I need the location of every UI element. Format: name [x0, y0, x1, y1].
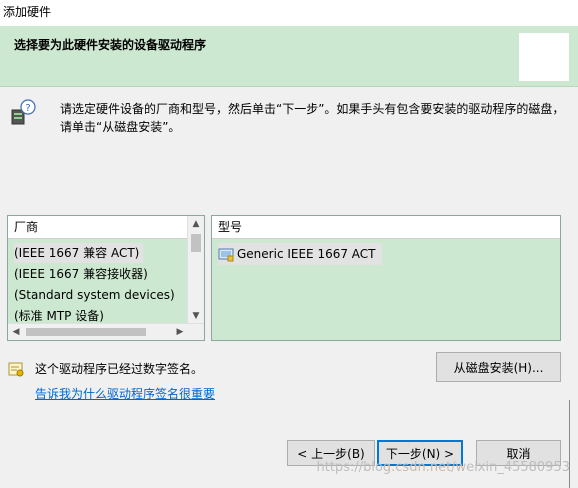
model-listbox[interactable]: 型号 Generic IEEE 1667 ACT	[211, 215, 561, 341]
manufacturer-item[interactable]: (Standard system devices)	[14, 285, 175, 305]
window-title: 添加硬件	[3, 5, 52, 19]
header-image	[519, 33, 569, 81]
manufacturer-horizontal-scrollbar[interactable]: ◀ ▶	[8, 323, 204, 340]
scroll-thumb[interactable]	[191, 234, 201, 252]
scroll-up-icon[interactable]: ▲	[188, 216, 204, 232]
model-column-header[interactable]: 型号	[212, 216, 560, 239]
manufacturer-item[interactable]: (IEEE 1667 兼容 ACT)	[14, 243, 144, 263]
instruction-text: 请选定硬件设备的厂商和型号，然后单击“下一步”。如果手头有包含要安装的驱动程序的…	[60, 102, 565, 134]
signed-driver-icon	[8, 362, 24, 377]
scroll-right-icon[interactable]: ▶	[172, 324, 188, 340]
scroll-down-icon[interactable]: ▼	[188, 308, 204, 324]
svg-text:?: ?	[25, 103, 30, 114]
hardware-help-icon: ?	[11, 99, 36, 125]
model-item-label: Generic IEEE 1667 ACT	[237, 247, 376, 261]
model-item[interactable]: Generic IEEE 1667 ACT	[218, 243, 382, 265]
manufacturer-vertical-scrollbar[interactable]: ▲ ▼	[187, 216, 204, 324]
driver-device-icon	[218, 248, 234, 261]
have-disk-button[interactable]: 从磁盘安装(H)...	[436, 352, 561, 382]
scroll-left-icon[interactable]: ◀	[8, 324, 24, 340]
header-title: 选择要为此硬件安装的设备驱动程序	[14, 38, 207, 52]
signature-status-text: 这个驱动程序已经过数字签名。	[35, 362, 204, 376]
scroll-thumb[interactable]	[26, 328, 146, 336]
manufacturer-column-header[interactable]: 厂商	[8, 216, 188, 239]
manufacturer-listbox[interactable]: 厂商 (IEEE 1667 兼容 ACT) (IEEE 1667 兼容接收器) …	[7, 215, 205, 341]
manufacturer-item[interactable]: (IEEE 1667 兼容接收器)	[14, 264, 148, 284]
title-bar: 添加硬件	[0, 0, 578, 26]
wizard-header: 选择要为此硬件安装的设备驱动程序	[0, 26, 578, 87]
why-signing-matters-link[interactable]: 告诉我为什么驱动程序签名很重要	[35, 385, 215, 402]
watermark-text: https://blog.csdn.net/weixin_45580953	[316, 460, 570, 475]
